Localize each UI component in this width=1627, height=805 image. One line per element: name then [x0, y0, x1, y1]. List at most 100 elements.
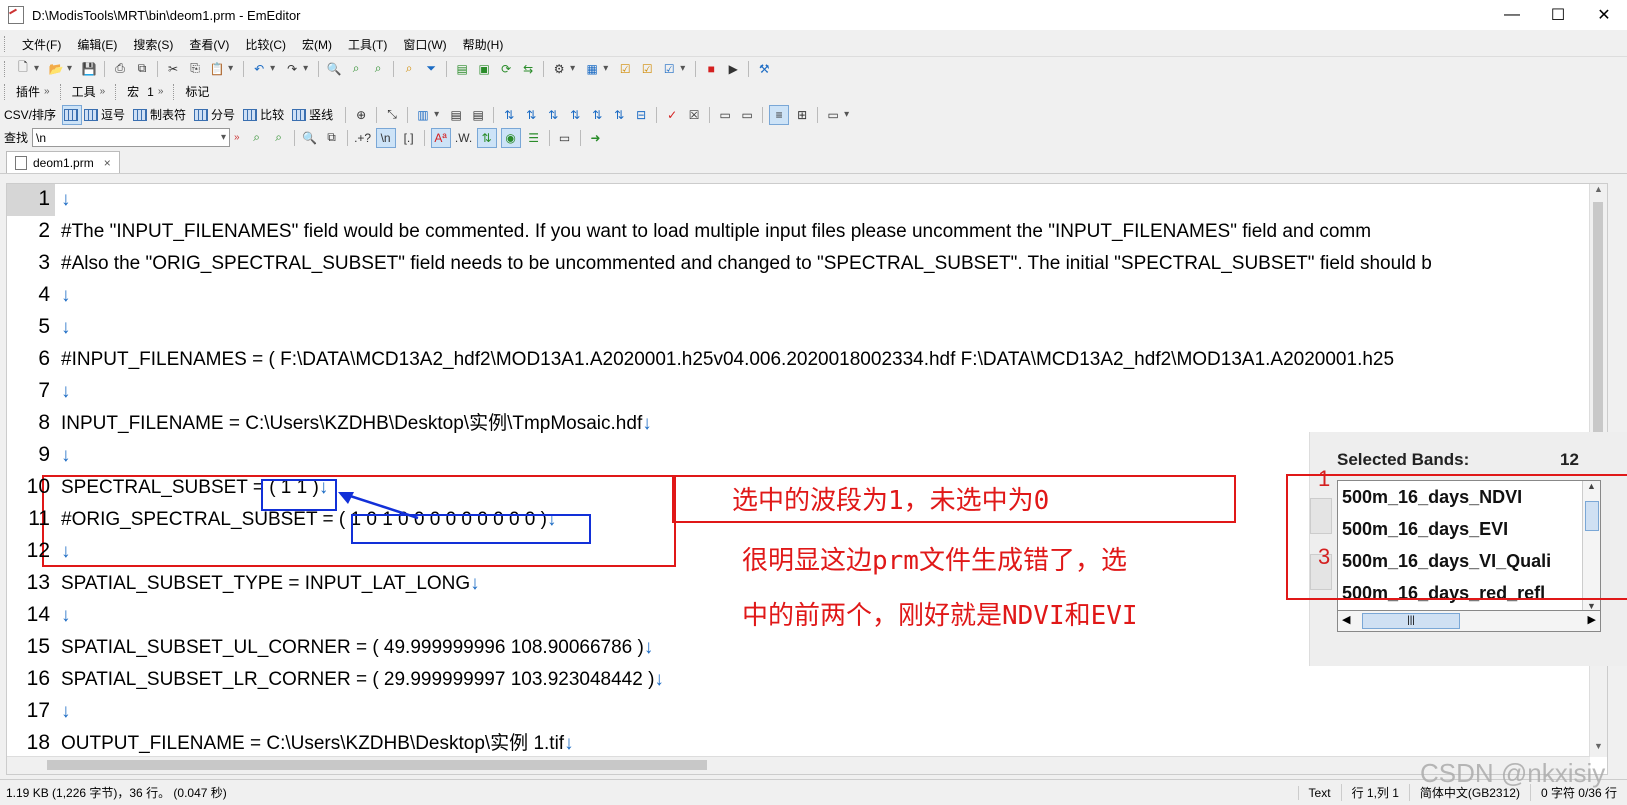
toolbar-option-icon[interactable]: ☑	[616, 60, 634, 78]
chevron-down-icon[interactable]: ▾	[570, 63, 575, 74]
menu-file[interactable]: 文件(F)	[14, 36, 69, 53]
menu-search[interactable]: 搜索(S)	[125, 36, 181, 53]
escape-sequence-icon[interactable]: .+?	[354, 129, 372, 147]
scroll-thumb[interactable]: |||	[1362, 613, 1460, 629]
find-next-icon[interactable]: ⌕	[347, 60, 365, 78]
maximize-button[interactable]: ☐	[1535, 0, 1581, 30]
column-width-icon[interactable]: ▤	[447, 106, 465, 124]
plugins-bar-label[interactable]: 插件	[16, 83, 40, 100]
plugin-icon[interactable]: ⚒	[755, 60, 773, 78]
find-panel-icon[interactable]: ▭	[556, 129, 574, 147]
menu-tools[interactable]: 工具(T)	[340, 36, 395, 53]
outline-options-icon[interactable]: ▭	[738, 106, 756, 124]
replace-icon[interactable]: ⌕	[369, 60, 387, 78]
find-clear-icon[interactable]: ⧉	[323, 129, 341, 147]
csv-sort-label[interactable]: CSV/排序	[4, 106, 56, 123]
sort-az-icon[interactable]: ⇅	[500, 106, 518, 124]
menu-macro[interactable]: 宏(M)	[294, 36, 340, 53]
chevron-icon[interactable]: »	[100, 86, 106, 97]
chevron-down-icon[interactable]: ▾	[34, 63, 39, 74]
tab-deom1[interactable]: deom1.prm ×	[6, 151, 120, 173]
record-macro-icon[interactable]: ■	[702, 60, 720, 78]
chevron-down-icon[interactable]: ▾	[603, 63, 608, 74]
chevron-down-icon[interactable]: ▾	[303, 63, 308, 74]
save-icon[interactable]: 💾	[80, 60, 98, 78]
menu-compare[interactable]: 比较(C)	[237, 36, 294, 53]
configuration-icon[interactable]: ⚙	[550, 60, 568, 78]
split-window-icon[interactable]: ▤	[453, 60, 471, 78]
ruler-icon[interactable]: ⊞	[793, 106, 811, 124]
menu-help[interactable]: 帮助(H)	[455, 36, 512, 53]
wrap-search-icon[interactable]: ⇅	[476, 127, 497, 148]
code-line[interactable]: INPUT_FILENAME = C:\Users\KZDHB\Desktop\…	[61, 408, 652, 440]
print-icon[interactable]: ⎙	[111, 60, 129, 78]
redo-icon[interactable]: ↷	[283, 60, 301, 78]
column-width-icon[interactable]: ▤	[469, 106, 487, 124]
code-line[interactable]: #The "INPUT_FILENAMES" field would be co…	[61, 216, 1371, 248]
minimize-button[interactable]: —	[1489, 0, 1535, 30]
chevron-down-icon[interactable]: ▾	[680, 63, 685, 74]
code-line[interactable]: ↓	[61, 184, 71, 216]
csv-pipe-button[interactable]: 竖线	[292, 106, 333, 123]
menu-view[interactable]: 查看(V)	[181, 36, 237, 53]
csv-tab-button[interactable]: 制表符	[133, 106, 186, 123]
undo-icon[interactable]: ↶	[250, 60, 268, 78]
chevron-down-icon[interactable]: ▾	[434, 109, 439, 120]
scroll-down-icon[interactable]: ▼	[1590, 741, 1607, 757]
add-column-icon[interactable]: ⊕	[352, 106, 370, 124]
csv-compare-button[interactable]: 比较	[243, 106, 284, 123]
scroll-left-icon[interactable]: ◀	[1342, 613, 1350, 626]
line-numbers-icon[interactable]: ≡	[769, 104, 790, 125]
toolbar-grip[interactable]	[4, 83, 8, 100]
code-line[interactable]: ↓	[61, 440, 71, 472]
spell-check-icon[interactable]: ✓	[663, 106, 681, 124]
chevron-down-icon[interactable]: ▾	[270, 63, 275, 74]
print-preview-icon[interactable]: ⧉	[133, 60, 151, 78]
new-file-icon[interactable]: 🗋	[14, 60, 32, 78]
chevron-icon[interactable]: »	[234, 132, 240, 143]
tools-bar-label[interactable]: 工具	[72, 83, 96, 100]
status-position[interactable]: 行 1,列 1	[1340, 784, 1409, 801]
find-in-files-icon[interactable]: ⌕	[400, 60, 418, 78]
open-folder-icon[interactable]: 📂	[47, 60, 65, 78]
find-icon[interactable]: 🔍	[325, 60, 343, 78]
toolbar-grip[interactable]	[173, 83, 177, 100]
toolbar-grip[interactable]	[4, 36, 8, 52]
status-mode[interactable]: Text	[1297, 785, 1341, 800]
run-macro-icon[interactable]: ▶	[724, 60, 742, 78]
find-previous-icon[interactable]: ⌕	[270, 129, 288, 147]
code-line[interactable]: #INPUT_FILENAMES = ( F:\DATA\MCD13A2_hdf…	[61, 344, 1394, 376]
adjust-column-icon[interactable]: ⤡	[383, 106, 401, 124]
toolbar-grip[interactable]	[4, 60, 8, 77]
sync-scroll-icon[interactable]: ⇆	[519, 60, 537, 78]
code-line[interactable]: SPATIAL_SUBSET_UL_CORNER = ( 49.99999999…	[61, 632, 653, 664]
chevron-icon[interactable]: »	[158, 86, 164, 97]
chevron-down-icon[interactable]: ▾	[221, 132, 226, 143]
wrap-icon[interactable]: ▭	[824, 106, 842, 124]
highlight-icon[interactable]: ◉	[500, 127, 521, 148]
code-line[interactable]: ↓	[61, 696, 71, 728]
columns-icon[interactable]: ▥	[414, 106, 432, 124]
sort-length-icon[interactable]: ⇅	[588, 106, 606, 124]
code-line[interactable]: SPATIAL_SUBSET_TYPE = INPUT_LAT_LONG↓	[61, 568, 480, 600]
sort-za-icon[interactable]: ⇅	[522, 106, 540, 124]
find-input[interactable]: \n ▾	[32, 128, 231, 147]
close-icon[interactable]: ×	[104, 156, 111, 170]
refresh-icon[interactable]: ⟳	[497, 60, 515, 78]
copy-icon[interactable]: ⎘	[186, 60, 204, 78]
code-line[interactable]: ↓	[61, 600, 71, 632]
csv-semicolon-button[interactable]: 分号	[194, 106, 235, 123]
outline-icon[interactable]: ▭	[716, 106, 734, 124]
chevron-down-icon[interactable]: ▾	[67, 63, 72, 74]
chevron-down-icon[interactable]: ▾	[844, 109, 849, 120]
font-icon[interactable]: ▦	[583, 60, 601, 78]
go-arrow-icon[interactable]: ➜	[587, 129, 605, 147]
macro-bar-label[interactable]: 宏	[127, 83, 139, 100]
window-icon[interactable]: ▣	[475, 60, 493, 78]
customize-icon[interactable]: ☑	[660, 60, 678, 78]
spell-options-icon[interactable]: ☒	[685, 106, 703, 124]
whole-word-icon[interactable]: .W.	[455, 129, 473, 147]
sort-90-icon[interactable]: ⇅	[566, 106, 584, 124]
code-line[interactable]: ↓	[61, 376, 71, 408]
bracket-toggle[interactable]: [.]	[400, 129, 418, 147]
